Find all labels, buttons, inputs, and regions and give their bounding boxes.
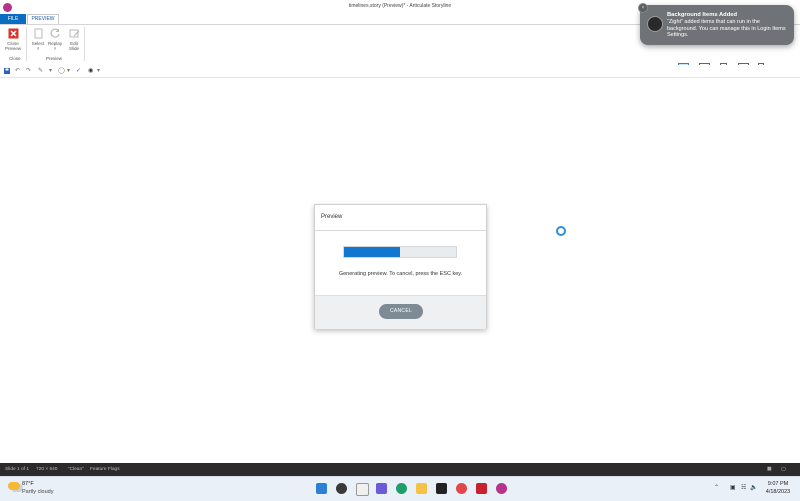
edit-slide-button[interactable]: Edit Slide bbox=[63, 28, 85, 51]
undo-icon[interactable]: ↶ bbox=[15, 68, 20, 74]
progress-bar bbox=[343, 246, 457, 258]
gear-icon bbox=[647, 16, 663, 32]
fit-window-icon[interactable]: ▢ bbox=[781, 463, 786, 476]
dialog-footer: CANCEL bbox=[315, 295, 486, 329]
close-icon[interactable]: × bbox=[638, 3, 648, 13]
tray-overflow-icon[interactable]: ⌃ bbox=[714, 484, 719, 491]
chrome-browser-icon[interactable] bbox=[456, 483, 467, 494]
save-icon[interactable] bbox=[4, 68, 10, 74]
taskbar: 87°F Partly cloudy ⌃ ▣ ☵ 🔈 9:07 PM 4/18/… bbox=[0, 476, 800, 501]
grid-view-icon[interactable]: ▦ bbox=[767, 463, 772, 476]
group-preview-label: Preview bbox=[46, 56, 63, 61]
search-icon[interactable] bbox=[336, 483, 347, 494]
task-view-icon[interactable] bbox=[356, 483, 369, 496]
close-red-x-icon bbox=[8, 28, 18, 39]
replay-dropdown-marker: ˅ bbox=[53, 46, 57, 51]
feature-flags[interactable]: Feature Flags bbox=[90, 463, 120, 476]
select-icon bbox=[34, 28, 42, 39]
close-preview-button[interactable]: Close Preview bbox=[2, 28, 24, 51]
dialog-title: Preview bbox=[315, 205, 486, 231]
customize-toolbar-icon[interactable]: ▾ bbox=[97, 68, 100, 74]
dialog-message: Generating preview. To cancel, press the… bbox=[338, 271, 463, 277]
notification-body: “Zight” added items that can run in the … bbox=[667, 19, 786, 38]
preview-dialog: Preview Generating preview. To cancel, p… bbox=[314, 204, 487, 329]
progress-fill bbox=[344, 247, 400, 257]
weather-temperature[interactable]: 87°F bbox=[22, 481, 34, 487]
insert-shape-icon[interactable]: ◯ bbox=[58, 68, 65, 74]
tab-file[interactable]: FILE bbox=[0, 14, 26, 24]
group-divider bbox=[84, 27, 85, 61]
chat-icon[interactable] bbox=[376, 483, 387, 494]
edit-slide-label-2: Slide bbox=[68, 46, 79, 51]
display-icon[interactable]: ▣ bbox=[730, 484, 736, 491]
close-preview-label-2: Preview bbox=[4, 46, 21, 51]
quick-access-toolbar: ↶ ↷ ✎ ▾ ◯ ▾ ✓ ◉ ▾ bbox=[0, 65, 800, 78]
storyline-taskbar-icon[interactable] bbox=[496, 483, 507, 494]
notification-title: Background Items Added bbox=[667, 12, 738, 18]
store-icon[interactable] bbox=[436, 483, 447, 494]
slide-size: 720 × 540 bbox=[36, 467, 58, 472]
wifi-icon[interactable]: ☵ bbox=[741, 484, 746, 491]
dropdown-arrow-icon[interactable]: ▾ bbox=[67, 68, 70, 74]
theme-name: “Clean” bbox=[68, 467, 84, 472]
volume-icon[interactable]: 🔈 bbox=[750, 484, 757, 491]
tab-preview[interactable]: PREVIEW bbox=[27, 14, 59, 24]
loading-spinner-icon bbox=[556, 226, 566, 236]
weather-partly-cloudy-icon[interactable] bbox=[8, 482, 20, 490]
windows-start-icon[interactable] bbox=[316, 483, 327, 494]
cancel-button[interactable]: CANCEL bbox=[379, 304, 423, 319]
edit-slide-icon bbox=[69, 29, 79, 38]
replay-icon bbox=[50, 28, 60, 38]
select-dropdown-marker: ˅ bbox=[36, 46, 40, 51]
file-explorer-icon[interactable] bbox=[416, 483, 427, 494]
edge-browser-icon[interactable] bbox=[396, 483, 407, 494]
dropdown-arrow-icon[interactable]: ▾ bbox=[49, 68, 52, 74]
format-painter-icon[interactable]: ✎ bbox=[38, 68, 43, 74]
binoculars-icon[interactable]: ◉ bbox=[88, 68, 93, 74]
weather-condition[interactable]: Partly cloudy bbox=[22, 489, 54, 495]
dialog-body: Generating preview. To cancel, press the… bbox=[315, 231, 486, 294]
spell-check-icon[interactable]: ✓ bbox=[76, 68, 81, 74]
clock-time[interactable]: 9:07 PM bbox=[760, 481, 796, 487]
background-items-notification[interactable]: × Background Items Added “Zight” added i… bbox=[638, 3, 794, 45]
yelp-app-icon[interactable] bbox=[476, 483, 487, 494]
status-bar: Slide 1 of 1 720 × 540 “Clean” Feature F… bbox=[0, 463, 800, 476]
group-close-label: Close bbox=[9, 56, 21, 61]
redo-icon[interactable]: ↷ bbox=[26, 68, 31, 74]
slide-count: Slide 1 of 1 bbox=[5, 467, 30, 472]
clock-date[interactable]: 4/18/2023 bbox=[760, 489, 796, 495]
